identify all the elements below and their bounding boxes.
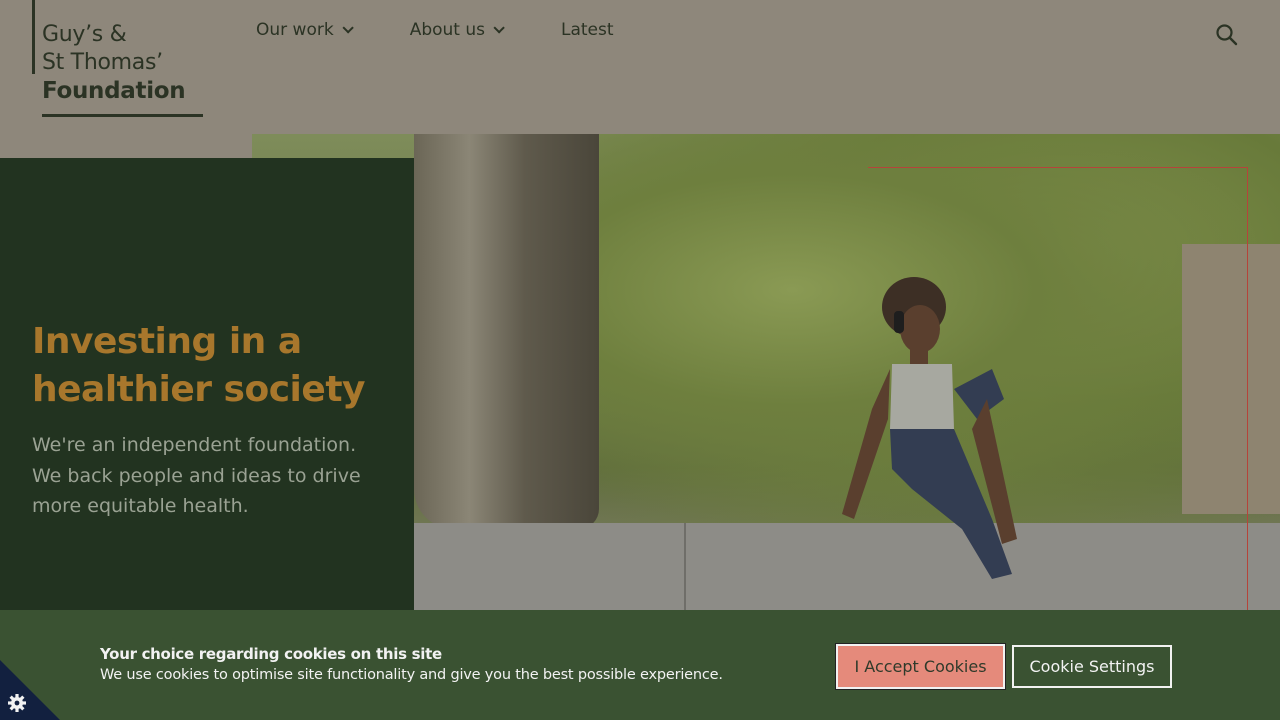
nav-label: Our work <box>256 20 334 40</box>
nav-item-our-work[interactable]: Our work <box>256 18 354 42</box>
cookie-banner-title: Your choice regarding cookies on this si… <box>100 645 442 663</box>
nav-label: Latest <box>560 20 614 40</box>
hero-title: Investing in a healthier society <box>32 321 366 410</box>
cookie-settings-button[interactable]: Cookie Settings <box>1012 645 1172 688</box>
logo-line-3: Foundation <box>42 78 186 104</box>
site-logo[interactable]: Guy’s & St Thomas’ Foundation <box>32 0 204 118</box>
logo-line-1: Guy’s & <box>42 22 127 47</box>
site-header: Guy’s & St Thomas’ Foundation Our work A… <box>0 0 1280 134</box>
hero-wall-seam <box>684 523 686 610</box>
chevron-down-icon <box>342 22 354 34</box>
cookie-banner: Your choice regarding cookies on this si… <box>0 610 1280 720</box>
decorative-frame-line <box>868 167 1248 610</box>
chevron-down-icon <box>493 22 505 34</box>
search-icon[interactable] <box>1214 22 1240 48</box>
accept-cookies-button[interactable]: I Accept Cookies <box>835 643 1006 690</box>
cookie-banner-text: We use cookies to optimise site function… <box>100 667 723 683</box>
nav-item-about-us[interactable]: About us <box>409 18 505 42</box>
cookie-settings-corner[interactable] <box>0 660 60 720</box>
nav-label: About us <box>409 20 485 40</box>
hero-tree-trunk <box>414 134 599 529</box>
logo-line-2: St Thomas’ <box>42 50 163 75</box>
hero-card: Investing in a healthier society We're a… <box>0 158 414 610</box>
logo-bar <box>32 0 35 74</box>
gear-icon <box>8 694 26 712</box>
main-nav: Our work About us Latest <box>256 18 674 42</box>
nav-item-latest[interactable]: Latest <box>561 18 614 42</box>
logo-underline <box>42 114 203 117</box>
hero-description: We're an independent foundation. We back… <box>32 434 361 517</box>
